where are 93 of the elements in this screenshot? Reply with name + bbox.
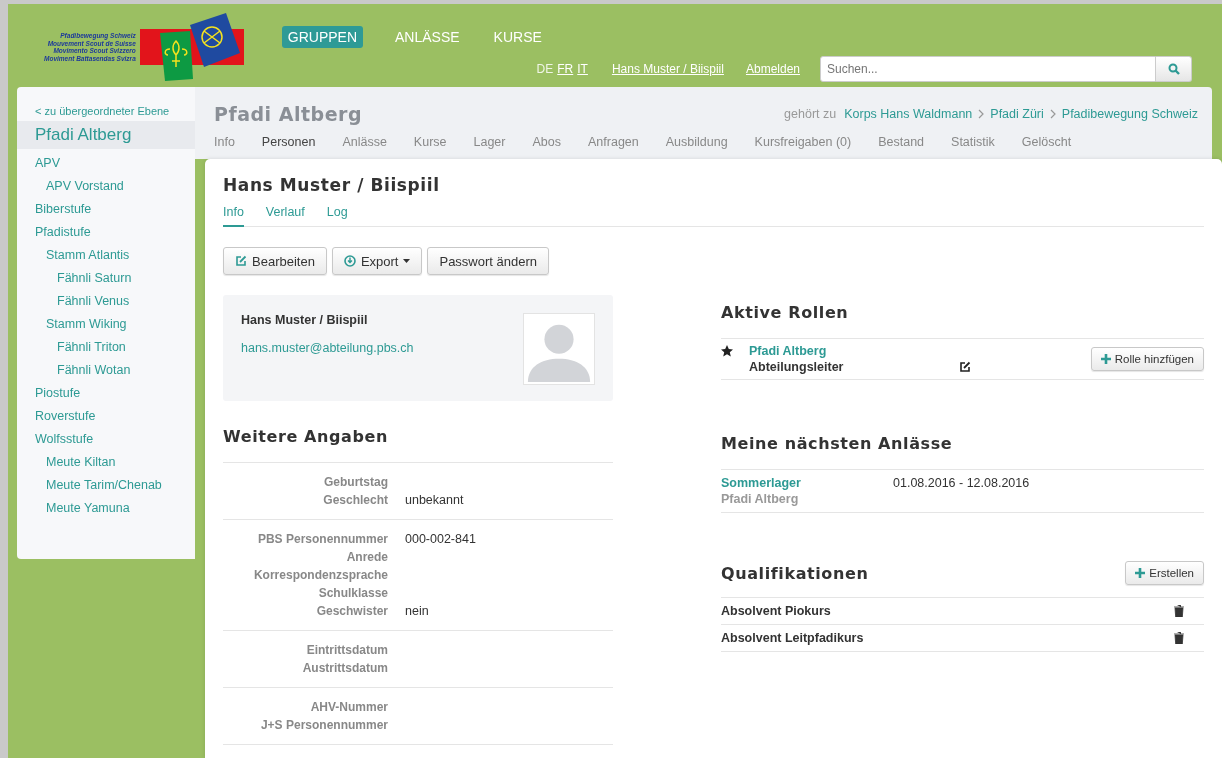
nav-link[interactable]: KURSE (487, 26, 548, 48)
search-button[interactable] (1156, 56, 1192, 82)
breadcrumb-label: gehört zu (784, 107, 837, 121)
sidebar-item[interactable]: Stamm Wiking (17, 313, 195, 336)
language-link[interactable]: IT (577, 62, 588, 76)
role-name: Abteilungsleiter (749, 360, 845, 374)
field-label: J+S Personennummer (259, 718, 388, 734)
trash-icon[interactable] (1174, 605, 1184, 617)
group-tab[interactable]: Kursfreigaben (0) (754, 135, 852, 159)
section-title: Meine nächsten Anlässe (721, 434, 953, 453)
qualification-name: Absolvent Piokurs (721, 604, 831, 618)
sidebar-item[interactable]: Fähnli Venus (17, 290, 195, 313)
event-group: Pfadi Altberg (721, 492, 893, 506)
sidebar-item[interactable]: Stamm Atlantis (17, 244, 195, 267)
sidebar-item[interactable]: Meute Kiltan (17, 451, 195, 474)
sidebar-item[interactable]: Pfadistufe (17, 221, 195, 244)
action-button[interactable]: Export (331, 247, 423, 275)
download-icon (343, 255, 356, 267)
group-tab[interactable]: Gelöscht (1021, 135, 1072, 159)
section-title: Qualifikationen (721, 563, 869, 583)
sidebar-item[interactable]: Fähnli Triton (17, 336, 195, 359)
plus-icon (1100, 354, 1111, 364)
action-button[interactable]: Bearbeiten (223, 247, 327, 275)
sidebar-item[interactable]: APV (17, 152, 195, 175)
back-link[interactable]: < zu übergeordneter Ebene (17, 105, 195, 121)
current-group-item[interactable]: Pfadi Altberg (17, 121, 195, 149)
user-link[interactable]: Hans Muster / Biispiil (611, 62, 724, 76)
sidebar-item[interactable]: Wolfsstufe (17, 428, 195, 451)
add-role-button[interactable]: Rolle hinzfügen (1090, 347, 1204, 371)
group-tab[interactable]: Personen (261, 135, 316, 159)
group-link[interactable]: Pfadi Altberg (749, 344, 959, 358)
event-dates: 01.08.2016 - 12.08.2016 (893, 476, 1031, 490)
sidebar-item[interactable]: Roverstufe (17, 405, 195, 428)
group-tab[interactable]: Abos (532, 135, 561, 159)
field-label: AHV-Nummer (309, 700, 388, 716)
sidebar-item[interactable]: APV Vorstand (17, 175, 195, 198)
section-title: Weitere Angaben (223, 427, 613, 463)
person-tab[interactable]: Log (326, 205, 348, 227)
chevron-icon (1049, 109, 1056, 119)
edit-icon (235, 255, 247, 267)
avatar-silhouette (523, 313, 595, 385)
section-title: Aktive Rollen (721, 303, 849, 322)
sidebar-item[interactable]: Biberstufe (17, 198, 195, 221)
field-label: Schulklasse (317, 586, 388, 602)
person-title: Hans Muster / Biispiil (223, 175, 441, 195)
field-label: Eintrittsdatum (305, 643, 388, 659)
field-label: Geschwister (315, 604, 388, 620)
edit-icon (959, 361, 971, 373)
plus-icon (1135, 568, 1146, 578)
field-label: PBS Personennummer (256, 532, 388, 548)
logout-link[interactable]: Abmelden (745, 62, 800, 76)
group-tab[interactable]: Anfragen (588, 135, 639, 159)
sidebar-item[interactable]: Meute Tarim/Chenab (17, 474, 195, 497)
qualification-name: Absolvent Leitpfadikurs (721, 631, 864, 645)
group-tab[interactable]: Statistik (951, 135, 995, 159)
group-tab[interactable]: Anlässe (342, 135, 387, 159)
person-name: Hans Muster / Biispiil (241, 313, 369, 327)
sidebar-item[interactable]: Meute Yamuna (17, 497, 195, 520)
field-label: Geschlecht (322, 493, 388, 509)
sidebar-item[interactable]: Fähnli Saturn (17, 267, 195, 290)
language-link[interactable]: DE (536, 62, 554, 76)
group-tab[interactable]: Lager (473, 135, 506, 159)
search-field[interactable]: Suchen... (820, 56, 1156, 82)
breadcrumb-link[interactable]: Pfadi Züri (990, 107, 1044, 121)
person-tab[interactable]: Verlauf (265, 205, 305, 227)
field-label: Austrittsdatum (301, 661, 388, 677)
breadcrumb-link[interactable]: Pfadibewegung Schweiz (1061, 107, 1198, 121)
search-icon (1167, 63, 1180, 75)
nav-link[interactable]: GRUPPEN (281, 26, 363, 48)
sidebar-item[interactable]: Piostufe (17, 382, 195, 405)
chevron-icon (978, 109, 985, 119)
field-label: Anrede (345, 550, 388, 566)
create-button[interactable]: Erstellen (1125, 561, 1204, 585)
field-label: Korrespondenzsprache (252, 568, 388, 584)
group-tab[interactable]: Bestand (878, 135, 925, 159)
field-value: 000-002-841 (405, 532, 477, 548)
field-value: unbekannt (405, 493, 465, 509)
language-link[interactable]: FR (557, 62, 574, 76)
field-label: Geburtstag (323, 475, 388, 491)
nav-link[interactable]: ANLÄSSE (389, 26, 466, 48)
group-tab[interactable]: Ausbildung (665, 135, 728, 159)
field-value: nein (405, 604, 430, 620)
group-tab[interactable]: Info (214, 135, 235, 159)
event-link[interactable]: Sommerlager (721, 476, 893, 490)
trash-icon[interactable] (1174, 632, 1184, 644)
person-tab[interactable]: Info (223, 205, 244, 227)
group-title: Pfadi Altberg (214, 103, 362, 125)
group-tab[interactable]: Kurse (413, 135, 447, 159)
sidebar-item[interactable]: Fähnli Wotan (17, 359, 195, 382)
caret-icon (403, 259, 411, 263)
action-button[interactable]: Passwort ändern (427, 247, 550, 275)
email-link[interactable]: hans.muster@abteilung.pbs.ch (241, 341, 414, 355)
breadcrumb-link[interactable]: Korps Hans Waldmann (844, 107, 973, 121)
